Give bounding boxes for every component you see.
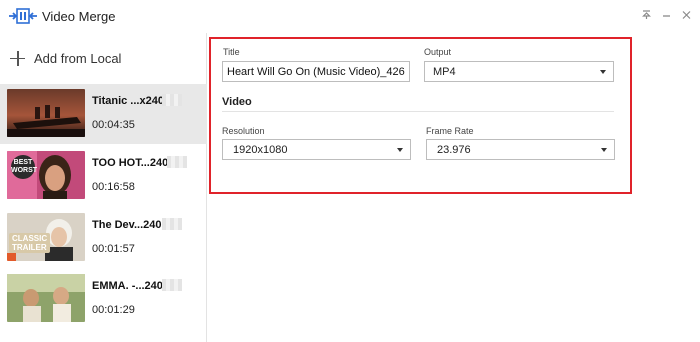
plus-icon <box>9 50 26 67</box>
section-divider <box>222 111 614 112</box>
pin-icon[interactable] <box>638 6 654 24</box>
thumbnail-badge: CLASSIC TRAILER <box>9 233 51 253</box>
chevron-down-icon <box>600 70 606 74</box>
resolution-value: 1920x1080 <box>233 144 288 156</box>
close-icon[interactable] <box>678 6 694 24</box>
video-name: TOO HOT...240. <box>92 157 172 169</box>
resolution-dropdown[interactable]: 1920x1080 <box>222 139 411 160</box>
video-name: Titanic ...x240. <box>92 95 168 107</box>
merge-settings-panel: Title Output MP4 Video Resolution 1920x1… <box>209 37 632 194</box>
video-duration: 00:01:29 <box>92 304 135 316</box>
video-merge-icon <box>9 8 37 24</box>
minimize-icon[interactable] <box>658 6 674 24</box>
thumbnail-badge: BEST WORST <box>11 155 37 179</box>
video-list-item[interactable]: Titanic ...x240. 00:04:35 <box>0 84 207 144</box>
app-title: Video Merge <box>42 9 116 24</box>
add-from-local-label: Add from Local <box>34 50 122 66</box>
video-thumbnail <box>7 274 85 322</box>
resolution-label: Resolution <box>222 126 265 136</box>
video-section-title: Video <box>222 96 252 108</box>
window-controls <box>638 6 694 24</box>
video-thumbnail: BEST WORST <box>7 151 85 199</box>
redacted-text <box>162 218 182 230</box>
title-bar: Video Merge <box>0 0 700 33</box>
title-label: Title <box>223 47 240 57</box>
thumbnail-corner-mark <box>7 253 16 261</box>
redacted-text <box>162 279 182 291</box>
video-list-item[interactable]: EMMA. -...240. 00:01:29 <box>0 269 207 329</box>
frame-rate-value: 23.976 <box>437 144 471 156</box>
frame-rate-label: Frame Rate <box>426 126 474 136</box>
video-list-item[interactable]: CLASSIC TRAILER The Dev...240. 00:01:57 <box>0 208 207 268</box>
title-input[interactable] <box>222 61 410 82</box>
video-thumbnail: CLASSIC TRAILER <box>7 213 85 261</box>
video-duration: 00:16:58 <box>92 181 135 193</box>
video-name: The Dev...240. <box>92 219 165 231</box>
output-format-dropdown[interactable]: MP4 <box>424 61 614 82</box>
add-from-local-button[interactable]: Add from Local <box>9 48 121 68</box>
chevron-down-icon <box>397 148 403 152</box>
redacted-text <box>167 156 187 168</box>
video-duration: 00:04:35 <box>92 119 135 131</box>
output-label: Output <box>424 47 452 57</box>
output-format-value: MP4 <box>433 66 456 78</box>
chevron-down-icon <box>601 148 607 152</box>
video-duration: 00:01:57 <box>92 243 135 255</box>
video-list-item[interactable]: BEST WORST TOO HOT...240. 00:16:58 <box>0 146 207 206</box>
redacted-text <box>162 94 182 106</box>
video-thumbnail <box>7 89 85 137</box>
video-list-sidebar: Add from Local Titanic ...x240. 00:04:35 <box>0 33 207 342</box>
video-name: EMMA. -...240. <box>92 280 166 292</box>
frame-rate-dropdown[interactable]: 23.976 <box>426 139 615 160</box>
